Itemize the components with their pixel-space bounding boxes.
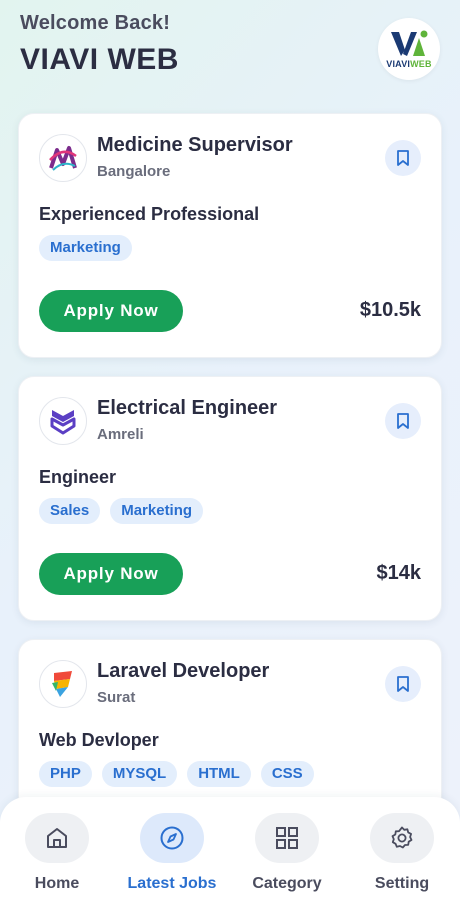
gear-icon[interactable]	[370, 813, 434, 863]
nav-label: Home	[34, 875, 80, 892]
salary: $10.5k	[359, 299, 421, 321]
bookmark-button[interactable]	[385, 403, 421, 439]
apply-now-button[interactable]: Apply Now	[39, 290, 183, 332]
job-location: Bangalore	[97, 163, 171, 180]
nav-item-setting[interactable]: Setting	[347, 813, 457, 893]
grid-icon[interactable]	[255, 813, 319, 863]
brand-logo-icon	[391, 30, 428, 56]
job-tag: Sales	[39, 498, 101, 524]
job-title: Electrical Engineer	[97, 397, 278, 419]
tag-list: Sales Marketing	[39, 498, 204, 524]
nav-item-category[interactable]: Category	[232, 813, 342, 893]
tag-list: PHP MYSQL HTML CSS	[39, 761, 314, 787]
job-tag: PHP	[39, 761, 92, 787]
job-tag: CSS	[260, 761, 314, 787]
medicine-logo-icon	[39, 134, 87, 182]
laravel-logo-icon	[39, 660, 87, 708]
job-card[interactable]: Electrical Engineer Amreli Engineer Sale…	[18, 376, 442, 621]
apply-now-button[interactable]: Apply Now	[39, 553, 183, 595]
nav-label: Category	[252, 875, 322, 892]
salary: $14k	[376, 562, 422, 584]
job-tag: Marketing	[39, 235, 132, 261]
bookmark-icon	[397, 676, 409, 692]
bottom-nav: Home Latest Jobs Category Setting	[0, 797, 460, 900]
bookmark-button[interactable]	[385, 666, 421, 702]
electrical-logo-icon	[39, 397, 87, 445]
compass-icon[interactable]	[140, 813, 204, 863]
job-tag: Marketing	[110, 498, 204, 524]
experience-level: Web Devloper	[39, 730, 159, 750]
nav-item-latest-jobs[interactable]: Latest Jobs	[117, 813, 227, 893]
bookmark-icon	[397, 150, 409, 166]
job-location: Amreli	[97, 426, 144, 443]
experience-level: Experienced Professional	[39, 204, 260, 224]
job-title: Laravel Developer	[97, 660, 270, 682]
nav-label: Setting	[374, 875, 430, 892]
bookmark-button[interactable]	[385, 140, 421, 176]
job-tag: HTML	[187, 761, 251, 787]
home-icon[interactable]	[25, 813, 89, 863]
brand-logo-text: VIAVIWEB	[386, 58, 432, 69]
nav-item-home[interactable]: Home	[2, 813, 112, 893]
tag-list: Marketing	[39, 235, 132, 261]
job-location: Surat	[97, 689, 136, 706]
bookmark-icon	[397, 413, 409, 429]
job-card[interactable]: Medicine Supervisor Bangalore Experience…	[18, 113, 442, 358]
welcome-text: Welcome Back!	[20, 12, 171, 34]
brand-logo: VIAVIWEB	[378, 18, 440, 80]
experience-level: Engineer	[39, 467, 117, 487]
header: Welcome Back! VIAVI WEB VIAVIWEB	[20, 12, 440, 92]
job-title: Medicine Supervisor	[97, 134, 293, 156]
nav-label: Latest Jobs	[127, 875, 217, 892]
app-title: VIAVI WEB	[20, 43, 179, 76]
job-tag: MYSQL	[101, 761, 178, 787]
